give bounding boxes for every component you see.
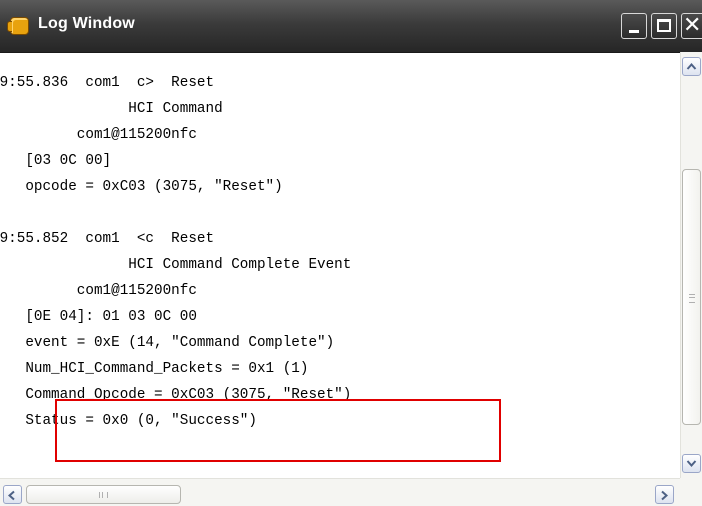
log-line: opcode = 0xC03 (3075, "Reset") (0, 179, 283, 195)
minimize-button[interactable] (621, 13, 647, 39)
grip-icon (689, 294, 695, 303)
log-line: Num_HCI_Command_Packets = 0x1 (1) (0, 361, 309, 377)
log-line: 29:55.836 com1 c> Reset (0, 75, 215, 91)
horizontal-scroll-thumb[interactable] (26, 485, 181, 504)
scroll-right-button[interactable] (655, 485, 674, 504)
log-line: com1@115200nfc (0, 127, 197, 143)
scroll-left-icon (7, 490, 15, 501)
maximize-icon (657, 19, 671, 32)
scrollbar-corner (680, 478, 702, 506)
close-icon: ✕ (683, 13, 702, 38)
window-title: Log Window (38, 15, 135, 32)
log-window: Log Window ✕ 29:55.836 com1 c> Reset HCI… (0, 0, 702, 506)
log-line: [03 0C 00] (0, 153, 112, 169)
scroll-right-icon (661, 490, 669, 501)
grip-icon (99, 492, 108, 498)
close-button[interactable]: ✕ (681, 13, 702, 39)
log-line: com1@115200nfc (0, 283, 197, 299)
scroll-up-icon (686, 62, 697, 70)
log-line: 29:55.852 com1 <c Reset (0, 231, 215, 247)
log-line: HCI Command (0, 101, 223, 117)
vertical-scrollbar[interactable] (680, 52, 702, 478)
log-line: HCI Command Complete Event (0, 257, 352, 273)
vertical-scroll-thumb[interactable] (682, 169, 701, 425)
scroll-left-button[interactable] (3, 485, 22, 504)
log-line: [0E 04]: 01 03 0C 00 (0, 309, 197, 325)
scroll-up-button[interactable] (682, 57, 701, 76)
maximize-button[interactable] (651, 13, 677, 39)
scroll-down-icon (686, 460, 697, 468)
horizontal-scrollbar[interactable] (0, 478, 680, 506)
minimize-icon (629, 30, 639, 33)
app-icon (7, 17, 29, 35)
scroll-down-button[interactable] (682, 454, 701, 473)
title-bar[interactable]: Log Window ✕ (0, 0, 702, 53)
log-line: event = 0xE (14, "Command Complete") (0, 335, 335, 351)
highlight-box (55, 399, 501, 462)
